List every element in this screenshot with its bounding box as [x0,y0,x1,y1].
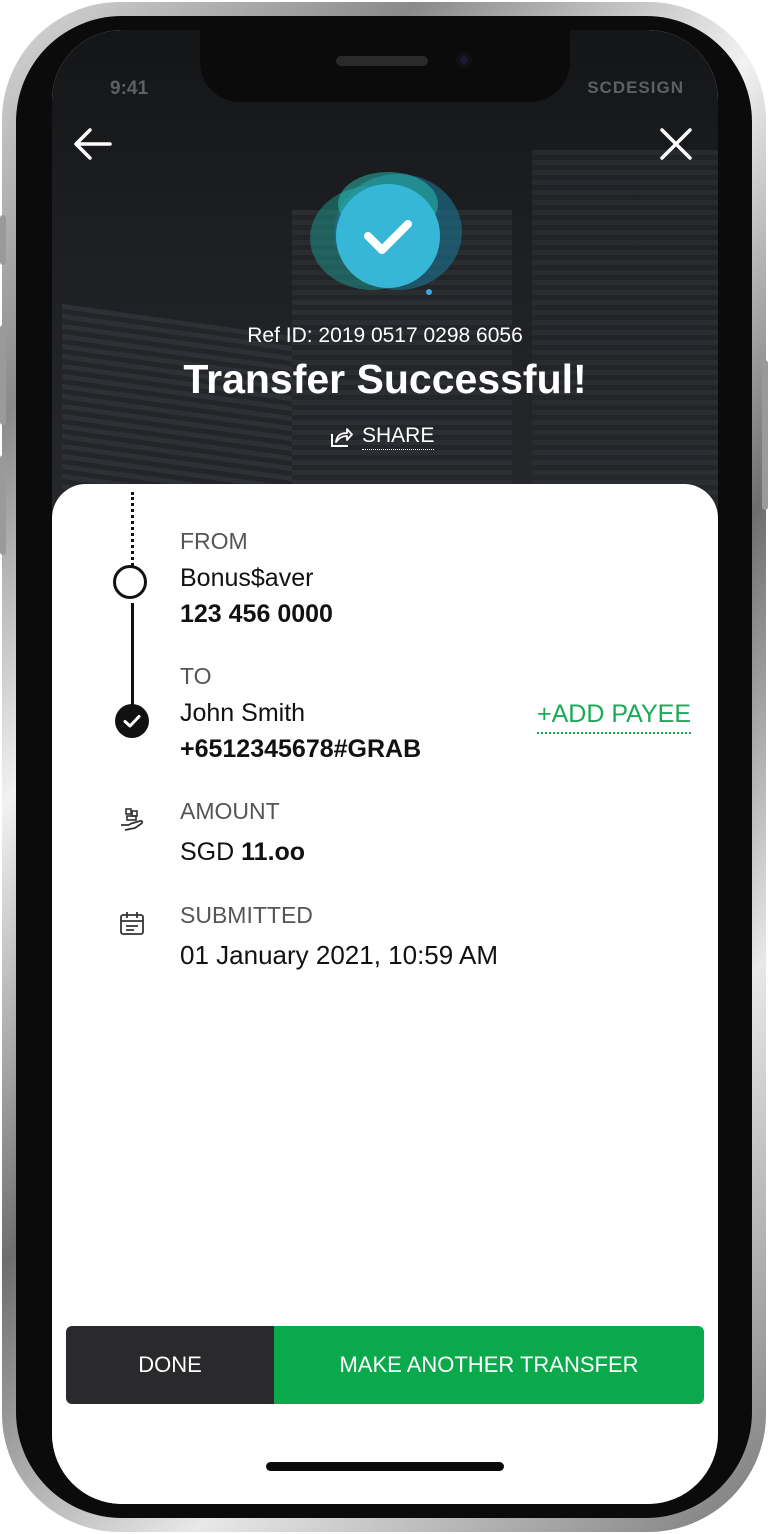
share-icon [331,428,353,447]
submitted-label: SUBMITTED [180,902,313,928]
amount-label: AMOUNT [180,798,280,824]
amount-value: SGD 11.oo [180,838,305,867]
mute-switch [0,215,6,265]
device-notch [200,30,570,102]
reference-id: Ref ID: 2019 0517 0298 6056 [247,324,523,347]
hero-header: 9:41 SCDESIGN Ref ID: 2019 0517 0298 605… [52,30,718,520]
calendar-icon [120,912,144,935]
close-button[interactable] [650,118,702,170]
submitted-datetime: 01 January 2021, 10:59 AM [180,940,499,970]
app-screen: 9:41 SCDESIGN Ref ID: 2019 0517 0298 605… [52,30,718,1504]
back-button[interactable] [68,118,120,170]
arrow-left-icon [74,128,112,160]
to-payee-id: +6512345678#GRAB [180,735,422,763]
timeline-node-from [113,565,147,599]
page-title: Transfer Successful! [183,356,587,402]
to-label: TO [180,663,212,689]
make-another-transfer-button[interactable]: MAKE ANOTHER TRANSFER [274,1326,704,1404]
share-button[interactable]: SHARE [328,424,435,450]
front-camera [456,52,472,68]
checkmark-badge-icon [310,172,462,295]
check-circle-icon [123,715,141,728]
amount-number: 11.oo [241,838,306,866]
volume-up-button [0,325,6,425]
timeline-connector [131,603,134,715]
close-icon [660,128,692,160]
action-bar: DONE MAKE ANOTHER TRANSFER [66,1326,704,1404]
add-payee-button[interactable]: +ADD PAYEE [537,700,691,734]
power-button [762,360,768,510]
to-payee-name: John Smith [180,699,306,727]
money-hand-icon [121,808,144,831]
from-account-number: 123 456 0000 [180,600,333,628]
volume-down-button [0,455,6,555]
from-label: FROM [180,528,248,554]
status-brand: SCDESIGN [587,78,684,97]
amount-currency: SGD [180,838,235,866]
timeline-node-to [115,704,149,738]
home-indicator[interactable] [266,1462,504,1471]
done-button[interactable]: DONE [66,1326,274,1404]
speaker-grille [336,56,428,66]
share-label: SHARE [362,424,435,450]
from-account-name: Bonus$aver [180,564,314,592]
status-time: 9:41 [110,78,149,99]
